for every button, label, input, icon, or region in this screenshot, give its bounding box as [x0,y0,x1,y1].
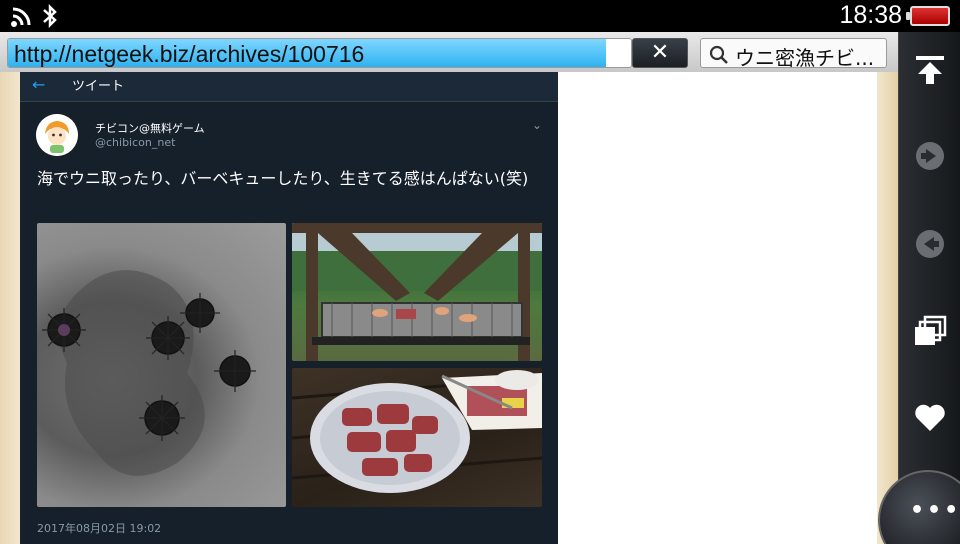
page-viewport: ← ツイート チビコン@無料ゲーム @chibicon_net ⌄ 海でウニ取っ… [0,72,898,544]
browser-toolbar: http://netgeek.biz/archives/100716 ✕ ウニ密… [0,32,898,72]
url-text: http://netgeek.biz/archives/100716 [14,41,365,67]
tweet-handle[interactable]: @chibicon_net [95,136,175,149]
scroll-top-icon [916,56,944,84]
page-margin-right [877,72,898,544]
avatar-character-icon [36,114,78,156]
bluetooth-icon [43,4,57,28]
tweet-header: ← ツイート [20,72,558,102]
clear-url-button[interactable]: ✕ [632,38,688,68]
tweet-header-title: ツイート [72,79,125,94]
scroll-top-button[interactable] [899,40,960,100]
search-text: ウニ密漁チビ... [735,46,875,68]
wifi-icon [11,7,31,27]
side-toolbar [898,32,960,544]
back-arrow-icon[interactable]: ← [32,75,45,94]
sea-urchins-image [42,270,256,476]
battery-icon [906,6,950,26]
url-field[interactable]: http://netgeek.biz/archives/100716 [7,38,632,68]
forward-button[interactable] [899,126,960,186]
forward-icon [916,142,944,170]
tweet-display-name[interactable]: チビコン@無料ゲーム [95,120,205,136]
tweet-text: 海でウニ取ったり、バーベキューしたり、生きてる感はんぱない(笑) [37,169,529,188]
status-bar: 18:38 [0,0,960,32]
tweet-timestamp[interactable]: 2017年08月02日 19:02 [37,520,161,536]
avatar[interactable] [36,114,78,156]
windows-button[interactable] [899,302,960,362]
raw-meat-image [292,370,542,493]
bbq-grill-photo[interactable] [292,223,542,361]
back-icon [916,230,944,258]
favorite-button[interactable] [899,388,960,448]
windows-icon [915,315,947,345]
search-field[interactable]: ウニ密漁チビ... [700,38,887,68]
chevron-down-icon[interactable]: ⌄ [532,118,542,132]
back-button[interactable] [899,214,960,274]
embedded-tweet: ← ツイート チビコン@無料ゲーム @chibicon_net ⌄ 海でウニ取っ… [20,72,558,544]
bbq-grill-image [292,223,542,361]
status-time: 18:38 [839,1,902,29]
page-margin-left [0,72,20,544]
raw-meat-photo[interactable] [292,368,542,507]
sea-urchins-photo[interactable] [37,223,286,507]
heart-icon [915,404,945,431]
search-icon [709,45,728,64]
more-icon: ••• [910,498,960,523]
